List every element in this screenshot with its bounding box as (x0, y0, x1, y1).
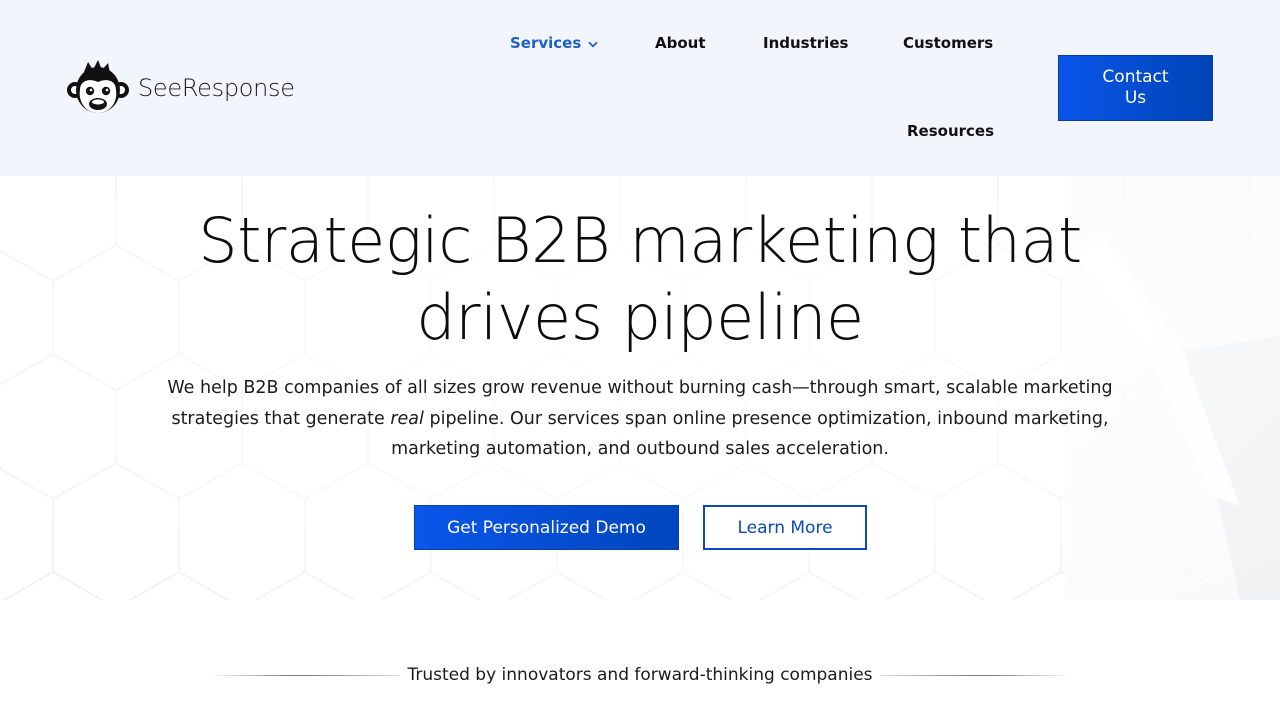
hero-subtext-emphasis: real (390, 408, 424, 429)
divider-right (880, 674, 1071, 676)
nav-services[interactable]: Services (510, 34, 598, 52)
chevron-down-icon (588, 41, 598, 47)
monkey-face-icon (67, 60, 129, 113)
contact-us-button[interactable]: Contact Us (1058, 55, 1213, 121)
site-header: SeeResponse Services About Industries Cu… (0, 0, 1280, 176)
nav-industries[interactable]: Industries (763, 34, 848, 52)
trusted-by-text: Trusted by innovators and forward-thinki… (407, 665, 873, 685)
brand-name: SeeResponse (138, 74, 295, 102)
nav-about[interactable]: About (655, 34, 706, 52)
nav-resources[interactable]: Resources (907, 122, 994, 140)
get-personalized-demo-button[interactable]: Get Personalized Demo (414, 505, 679, 550)
hero-subtext: We help B2B companies of all sizes grow … (140, 373, 1140, 465)
learn-more-button[interactable]: Learn More (703, 505, 867, 550)
hero-headline: Strategic B2B marketing that drives pipe… (198, 204, 1082, 354)
hero-subtext-part2: pipeline. Our services span online prese… (391, 408, 1109, 460)
hero-section: Strategic B2B marketing that drives pipe… (0, 176, 1280, 600)
trusted-by-section: Trusted by innovators and forward-thinki… (0, 662, 1280, 688)
contact-us-label: Contact Us (1102, 67, 1169, 108)
divider-left (209, 674, 400, 676)
brand-logo[interactable]: SeeResponse (66, 60, 295, 116)
nav-customers[interactable]: Customers (903, 34, 993, 52)
nav-services-label: Services (510, 34, 582, 52)
